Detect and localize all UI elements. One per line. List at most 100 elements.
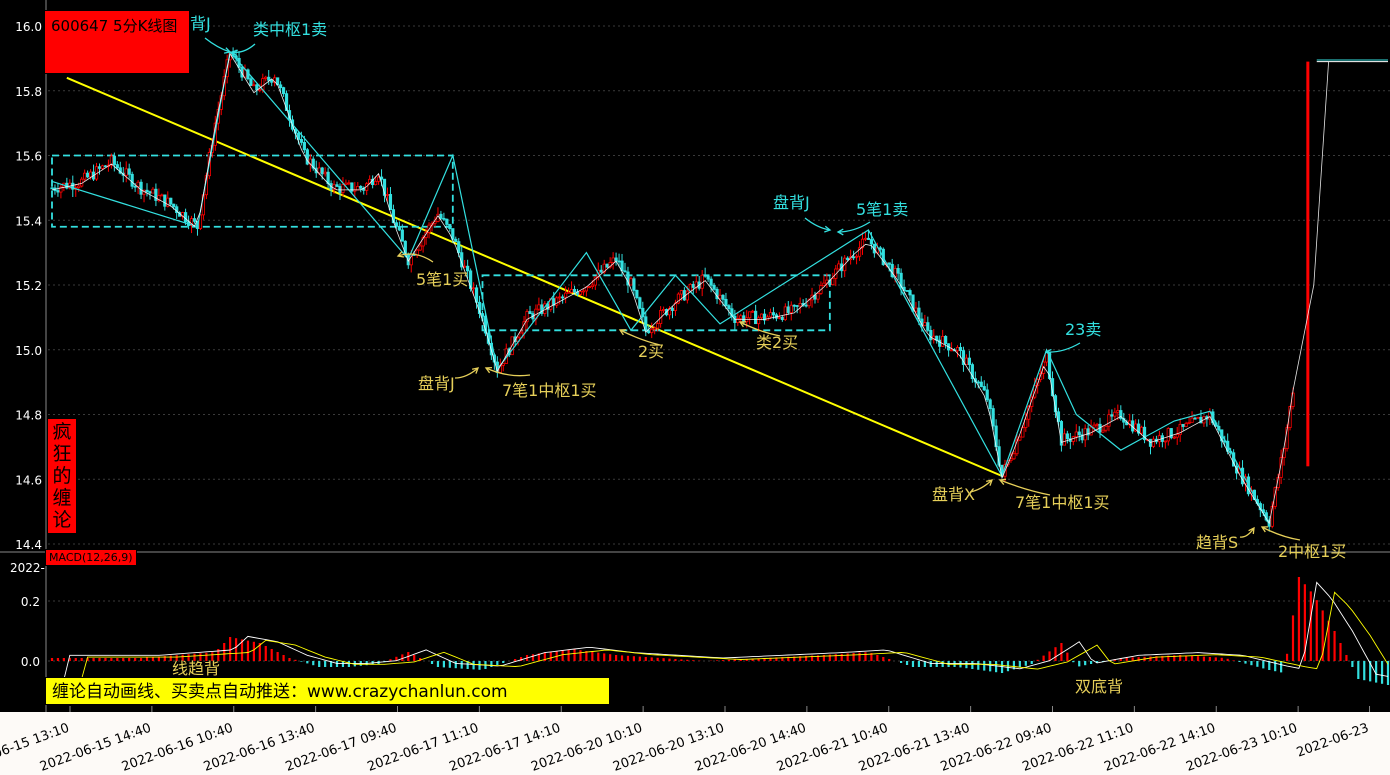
candle-body (374, 180, 378, 186)
candle-body (457, 241, 461, 254)
candle-body (249, 78, 253, 86)
candle-body (145, 189, 149, 193)
candle-body (718, 294, 722, 300)
candle-body (754, 310, 758, 325)
candle-body (1077, 431, 1081, 436)
candle-body (590, 284, 594, 287)
annotation-label: 5笔1买 (416, 270, 468, 289)
candle-body (691, 284, 695, 288)
candle-body (270, 79, 274, 83)
candle-body (866, 237, 871, 240)
candle-body (299, 139, 303, 143)
candle-body (1089, 426, 1093, 436)
annotation-label: 趋背S (1196, 533, 1238, 552)
candle-body (77, 185, 81, 189)
candle-body (537, 304, 541, 310)
candle-body (302, 141, 306, 151)
annotation-label: 2买 (638, 342, 664, 361)
annotation-label: 盘背J (773, 193, 810, 212)
candle-body (976, 381, 980, 384)
candle-body (1163, 440, 1167, 443)
candle-body (338, 186, 342, 193)
candle-body (887, 262, 891, 265)
candle-body (183, 212, 188, 223)
candle-body (442, 217, 446, 220)
annotation-label: 盘背X (932, 485, 975, 504)
candle-body (792, 304, 796, 307)
candle-body (317, 167, 321, 174)
annotation-label: 类中枢1卖 (253, 20, 327, 39)
y-tick-label: 14.8 (15, 409, 42, 423)
candle-body (771, 312, 776, 316)
candle-body (454, 238, 458, 243)
y-tick-label: 15.4 (15, 214, 42, 228)
candle-body (50, 187, 54, 190)
candle-body (656, 323, 660, 329)
candle-body (650, 328, 654, 334)
macd-tick-label: 0.2 (21, 595, 40, 609)
candle-body (777, 316, 781, 319)
candle-body (703, 274, 707, 277)
candle-body (905, 290, 909, 292)
candle-body (1139, 426, 1144, 434)
candle-body (572, 288, 577, 293)
candle-body (926, 322, 930, 331)
candle-body (279, 84, 283, 89)
candle-body (941, 335, 945, 347)
candle-body (1113, 411, 1117, 417)
candle-body (344, 182, 348, 185)
candle-body (958, 347, 963, 351)
candle-body (944, 335, 948, 345)
candle-body (1065, 433, 1069, 440)
candle-body (795, 305, 799, 307)
candle-body (115, 164, 119, 169)
candle-body (578, 291, 583, 295)
candle-body (267, 76, 271, 81)
candle-body (347, 182, 351, 185)
candle-body (759, 313, 764, 319)
candle-body (991, 408, 995, 427)
candle-body (756, 317, 761, 325)
candle-body (558, 296, 562, 299)
macd-label: MACD(12,26,9) (45, 549, 137, 566)
candle-body (846, 257, 850, 261)
candle-body (261, 78, 265, 90)
candle-body (979, 381, 983, 387)
candle-body (320, 167, 324, 175)
candle-body (463, 265, 467, 268)
candle-body (709, 278, 713, 286)
candle-body (852, 256, 856, 259)
candle-body (397, 225, 401, 231)
candle-body (982, 386, 986, 391)
candle-body (127, 168, 131, 175)
candle-body (1190, 417, 1194, 423)
candle-body (748, 311, 752, 319)
side-label-char: 狂 (52, 443, 72, 465)
candle-body (653, 327, 657, 330)
candle-body (908, 290, 912, 296)
candle-body (100, 165, 105, 169)
candle-body (623, 270, 627, 273)
candle-body (439, 213, 443, 219)
candle-body (789, 304, 793, 313)
side-label-char: 论 (52, 509, 72, 531)
candle-body (471, 287, 476, 290)
annotation-label: 线趋背 (172, 659, 220, 678)
candle-body (1107, 414, 1111, 427)
candle-body (83, 172, 87, 180)
candle-body (783, 306, 787, 321)
y-tick-label: 15.2 (15, 279, 42, 293)
candle-body (1169, 428, 1173, 439)
candle-body (1184, 422, 1188, 427)
promo-banner[interactable]: 缠论自动画线、买卖点自动推送：www.crazychanlun.com (45, 677, 610, 705)
candle-body (379, 176, 384, 180)
candle-body (661, 309, 666, 311)
candle-body (501, 363, 505, 366)
candle-body (869, 239, 874, 245)
candle-body (923, 322, 927, 327)
candle-body (264, 76, 268, 79)
candle-body (949, 349, 954, 352)
candle-body (786, 306, 790, 313)
candle-body (445, 218, 449, 225)
candle-body (1092, 424, 1096, 428)
